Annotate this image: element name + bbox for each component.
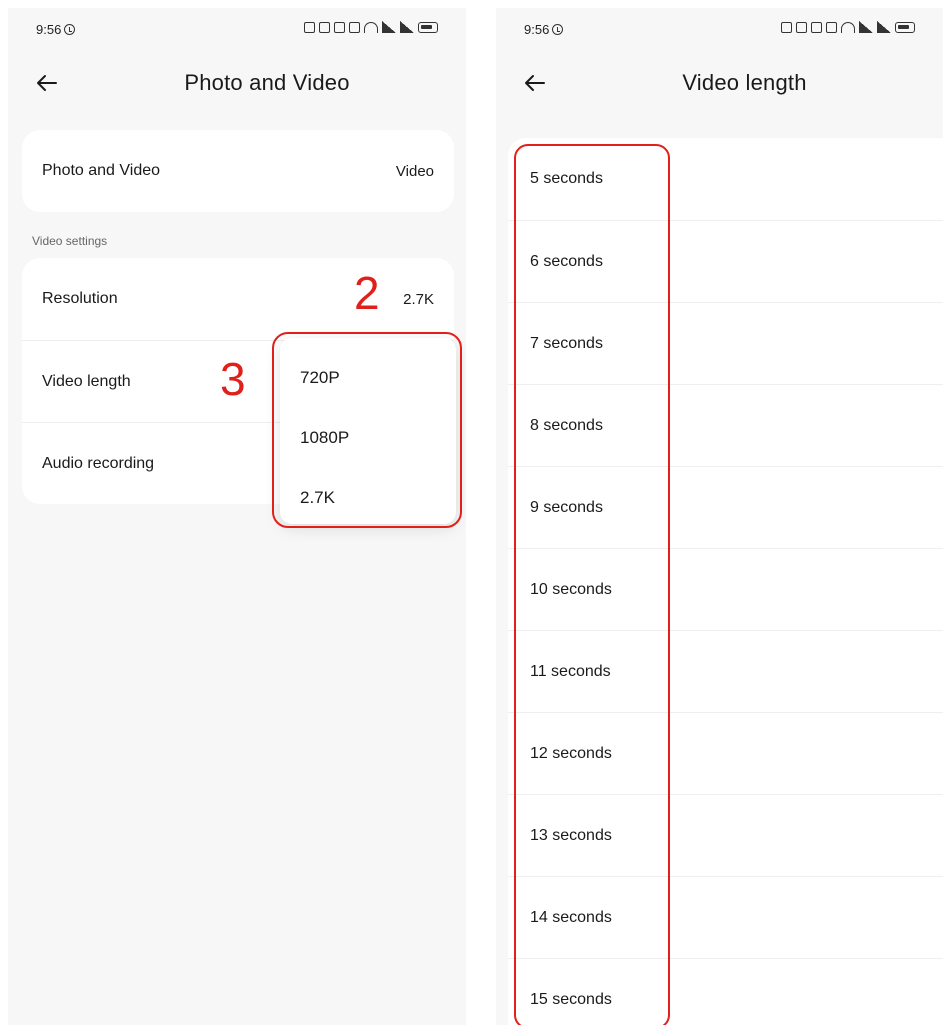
- bluetooth-icon: [334, 21, 345, 33]
- list-item[interactable]: 6 seconds: [508, 220, 943, 302]
- video-length-screen: 9:56 Video length 5 seconds 6 seconds 7 …: [496, 8, 943, 1025]
- list-item[interactable]: 15 seconds: [508, 958, 943, 1025]
- vibrate-icon: [349, 21, 360, 33]
- row-label: Photo and Video: [42, 162, 161, 179]
- resolution-option-720p[interactable]: 720P: [280, 348, 456, 408]
- app-bar: Video length: [496, 52, 943, 116]
- row-label: Resolution: [42, 290, 118, 307]
- signal-icon: [859, 21, 873, 33]
- list-item[interactable]: 11 seconds: [508, 630, 943, 712]
- signal-icon: [382, 21, 396, 33]
- list-item[interactable]: 7 seconds: [508, 302, 943, 384]
- battery-icon: [418, 21, 438, 33]
- option-label: 15 seconds: [530, 990, 612, 1008]
- option-label: 5 seconds: [530, 170, 603, 187]
- signal-icon: [400, 21, 414, 33]
- page-title: Video length: [682, 70, 807, 95]
- option-label: 12 seconds: [530, 744, 612, 762]
- resolution-option-2-7k[interactable]: 2.7K: [280, 468, 456, 528]
- video-length-list: 5 seconds 6 seconds 7 seconds 8 seconds …: [508, 138, 943, 1025]
- alarm-icon: [552, 24, 564, 35]
- option-label: 10 seconds: [530, 580, 612, 598]
- status-icons: [304, 21, 438, 33]
- mode-card: Photo and Video Video: [22, 130, 454, 212]
- vibrate-icon: [826, 21, 837, 33]
- status-icons: [781, 21, 915, 33]
- option-label: 9 seconds: [530, 498, 603, 516]
- app-bar: Photo and Video: [8, 52, 466, 116]
- resolution-row[interactable]: Resolution 2.7K: [22, 258, 454, 340]
- nfc-icon: [781, 21, 792, 33]
- battery-icon: [895, 21, 915, 33]
- status-bar: 9:56: [496, 8, 943, 52]
- annotation-step-2: 2: [354, 267, 380, 319]
- list-item[interactable]: 10 seconds: [508, 548, 943, 630]
- wifi-icon: [841, 21, 855, 33]
- resolution-value: 2.7K: [403, 290, 434, 308]
- cast-icon: [796, 21, 807, 33]
- status-time-text: 9:56: [524, 22, 550, 37]
- wifi-icon: [364, 21, 378, 33]
- signal-icon: [877, 21, 891, 33]
- photo-video-mode-row[interactable]: Photo and Video Video: [22, 130, 454, 212]
- status-time: 9:56: [36, 22, 76, 37]
- status-time: 9:56: [524, 22, 564, 37]
- alarm-icon: [64, 24, 76, 35]
- option-label: 8 seconds: [530, 416, 603, 434]
- list-item[interactable]: 13 seconds: [508, 794, 943, 876]
- photo-and-video-screen: 9:56 Photo and Video Photo and Video Vid…: [8, 8, 466, 1025]
- list-item[interactable]: 5 seconds: [508, 138, 943, 220]
- status-bar: 9:56: [8, 8, 466, 52]
- page-title: Photo and Video: [184, 70, 350, 95]
- option-label: 11 seconds: [530, 662, 611, 680]
- row-value: Video: [395, 162, 434, 180]
- resolution-dropdown: 720P 1080P 2.7K: [280, 338, 456, 524]
- list-item[interactable]: 8 seconds: [508, 384, 943, 466]
- bluetooth-icon: [811, 21, 822, 33]
- list-item[interactable]: 12 seconds: [508, 712, 943, 794]
- option-label: 14 seconds: [530, 908, 612, 926]
- status-time-text: 9:56: [36, 22, 62, 37]
- option-label: 6 seconds: [530, 252, 603, 270]
- section-label-video-settings: Video settings: [32, 234, 108, 248]
- list-item[interactable]: 14 seconds: [508, 876, 943, 958]
- nfc-icon: [304, 21, 315, 33]
- cast-icon: [319, 21, 330, 33]
- option-label: 7 seconds: [530, 334, 603, 352]
- option-label: 13 seconds: [530, 826, 612, 844]
- list-item[interactable]: 9 seconds: [508, 466, 943, 548]
- annotation-step-3: 3: [220, 353, 246, 405]
- resolution-option-1080p[interactable]: 1080P: [280, 408, 456, 468]
